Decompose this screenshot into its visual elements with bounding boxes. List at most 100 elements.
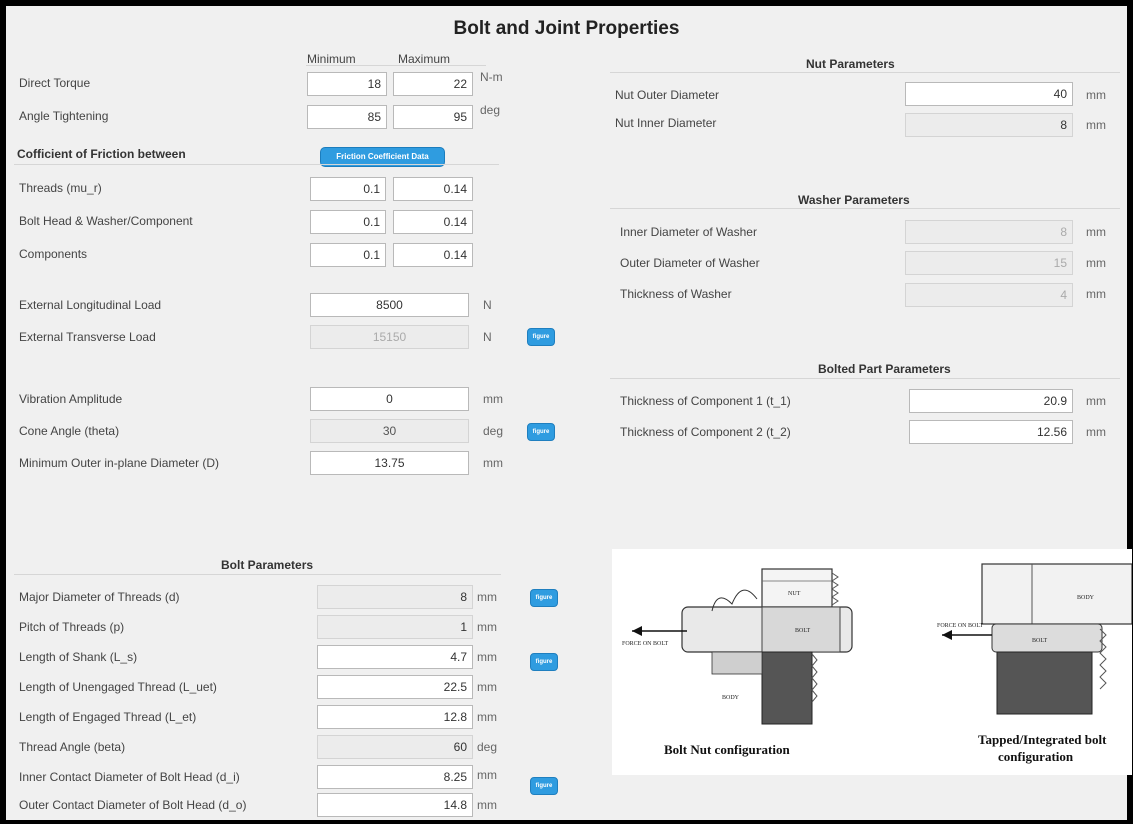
- vibration-amplitude-input[interactable]: 0: [310, 387, 469, 411]
- nut-inner-diameter-unit: mm: [1086, 118, 1106, 132]
- vibration-amplitude-unit: mm: [483, 392, 503, 406]
- longitudinal-load-label: External Longitudinal Load: [19, 298, 162, 312]
- min-outer-diameter-input[interactable]: 13.75: [310, 451, 469, 475]
- divider: [14, 164, 499, 165]
- bolt-configuration-diagram: NUT BOLT FORCE ON BOLT BODY Bolt Nut con…: [622, 563, 1133, 764]
- bolt-param-label: Pitch of Threads (p): [19, 620, 125, 634]
- nut-inner-diameter-input: 8: [905, 113, 1073, 137]
- washer-outer-unit: mm: [1086, 256, 1106, 270]
- force-text: FORCE ON BOLT: [622, 641, 668, 647]
- direct-torque-unit: N-m: [480, 70, 503, 84]
- bolted-part-heading: Bolted Part Parameters: [818, 362, 951, 376]
- contact-diameter-figure-button[interactable]: figure: [530, 777, 558, 795]
- nut-outer-diameter-input[interactable]: 40: [905, 82, 1073, 106]
- bolt-param-unit: mm: [477, 768, 497, 782]
- minimum-header: Minimum: [307, 52, 356, 66]
- configuration-figure: NUT BOLT FORCE ON BOLT BODY Bolt Nut con…: [612, 549, 1133, 775]
- angle-tightening-label: Angle Tightening: [19, 109, 109, 123]
- component2-thickness-label: Thickness of Component 2 (t_2): [620, 425, 791, 439]
- bolt-param-unit: mm: [477, 620, 497, 634]
- bolt-head-friction-max-input[interactable]: 0.14: [393, 210, 473, 234]
- nut-outer-diameter-unit: mm: [1086, 88, 1106, 102]
- component1-thickness-input[interactable]: 20.9: [909, 389, 1073, 413]
- bolt-param-label: Major Diameter of Threads (d): [19, 590, 180, 604]
- thread-angle-input: 60: [317, 735, 473, 759]
- left-caption: Bolt Nut configuration: [664, 742, 790, 757]
- threads-friction-label: Threads (mu_r): [19, 181, 102, 195]
- components-friction-min-input[interactable]: 0.1: [310, 243, 386, 267]
- shank-length-input[interactable]: 4.7: [317, 645, 473, 669]
- inner-contact-diameter-input[interactable]: 8.25: [317, 765, 473, 789]
- page-title: Bolt and Joint Properties: [453, 18, 680, 39]
- bolt-param-unit: mm: [477, 680, 497, 694]
- washer-inner-label: Inner Diameter of Washer: [620, 225, 757, 239]
- bolt-param-label: Length of Engaged Thread (L_et): [19, 710, 197, 724]
- unengaged-thread-input[interactable]: 22.5: [317, 675, 473, 699]
- tapped-bolt-drawing: BODY BOLT FORCE ON BOLT Tapped/Integrate…: [937, 563, 1133, 764]
- right-force-text: FORCE ON BOLT: [937, 623, 983, 629]
- friction-heading: Cofficient of Friction between: [17, 147, 186, 161]
- nut-text: NUT: [788, 591, 801, 597]
- threads-friction-max-input[interactable]: 0.14: [393, 177, 473, 201]
- nut-inner-diameter-label: Nut Inner Diameter: [615, 116, 717, 130]
- washer-thickness-input: 4: [905, 283, 1073, 307]
- washer-parameters-heading: Washer Parameters: [798, 193, 910, 207]
- bolt-param-label: Length of Shank (L_s): [19, 650, 138, 664]
- properties-panel: Bolt and Joint Properties Minimum Maximu…: [6, 6, 1133, 820]
- washer-thickness-label: Thickness of Washer: [620, 287, 732, 301]
- transverse-load-unit: N: [483, 330, 492, 344]
- component1-thickness-unit: mm: [1086, 394, 1106, 408]
- nut-parameters-heading: Nut Parameters: [806, 57, 895, 71]
- bolt-param-label: Length of Unengaged Thread (L_uet): [19, 680, 217, 694]
- right-bolt-text: BOLT: [1032, 638, 1047, 644]
- bolt-param-unit: mm: [477, 710, 497, 724]
- bolt-parameters-heading: Bolt Parameters: [221, 558, 314, 572]
- bolt-text: BOLT: [795, 628, 810, 634]
- cone-angle-label: Cone Angle (theta): [19, 424, 120, 438]
- angle-tightening-min-input[interactable]: 85: [307, 105, 387, 129]
- direct-torque-max-input[interactable]: 22: [393, 72, 473, 96]
- bolt-param-unit: mm: [477, 590, 497, 604]
- direct-torque-label: Direct Torque: [19, 76, 91, 90]
- engaged-thread-input[interactable]: 12.8: [317, 705, 473, 729]
- component1-thickness-label: Thickness of Component 1 (t_1): [620, 394, 791, 408]
- angle-tightening-unit: deg: [480, 103, 501, 117]
- bolt-param-label: Outer Contact Diameter of Bolt Head (d_o…: [19, 798, 247, 812]
- cone-angle-unit: deg: [483, 424, 504, 438]
- transverse-load-input: 15150: [310, 325, 469, 349]
- transverse-load-label: External Transverse Load: [19, 330, 156, 344]
- bolt-head-friction-min-input[interactable]: 0.1: [310, 210, 386, 234]
- major-diameter-figure-button[interactable]: figure: [530, 589, 558, 607]
- components-friction-label: Components: [19, 247, 88, 261]
- components-friction-max-input[interactable]: 0.14: [393, 243, 473, 267]
- bolt-param-label: Inner Contact Diameter of Bolt Head (d_i…: [19, 770, 240, 784]
- longitudinal-load-unit: N: [483, 298, 492, 312]
- right-body-text: BODY: [1077, 595, 1095, 601]
- maximum-header: Maximum: [398, 52, 451, 66]
- washer-inner-unit: mm: [1086, 225, 1106, 239]
- threads-friction-min-input[interactable]: 0.1: [310, 177, 386, 201]
- divider: [610, 72, 1120, 73]
- component2-thickness-input[interactable]: 12.56: [909, 420, 1073, 444]
- min-outer-diameter-label: Minimum Outer in-plane Diameter (D): [19, 456, 220, 470]
- washer-outer-label: Outer Diameter of Washer: [620, 256, 760, 270]
- transverse-load-figure-button[interactable]: figure: [527, 328, 555, 346]
- component2-thickness-unit: mm: [1086, 425, 1106, 439]
- bolt-param-unit: deg: [477, 740, 498, 754]
- divider: [14, 574, 501, 575]
- bolt-nut-drawing: NUT BOLT FORCE ON BOLT BODY Bolt Nut con…: [622, 568, 853, 757]
- outer-contact-diameter-input[interactable]: 14.8: [317, 793, 473, 817]
- body-text: BODY: [722, 695, 740, 701]
- shank-length-figure-button[interactable]: figure: [530, 653, 558, 671]
- cone-angle-figure-button[interactable]: figure: [527, 423, 555, 441]
- bolt-param-unit: mm: [477, 798, 497, 812]
- angle-tightening-max-input[interactable]: 95: [393, 105, 473, 129]
- major-diameter-input: 8: [317, 585, 473, 609]
- longitudinal-load-input[interactable]: 8500: [310, 293, 469, 317]
- cone-angle-input: 30: [310, 419, 469, 443]
- washer-outer-input: 15: [905, 251, 1073, 275]
- bolt-head-friction-label: Bolt Head & Washer/Component: [19, 214, 193, 228]
- divider: [610, 208, 1120, 209]
- direct-torque-min-input[interactable]: 18: [307, 72, 387, 96]
- pitch-input: 1: [317, 615, 473, 639]
